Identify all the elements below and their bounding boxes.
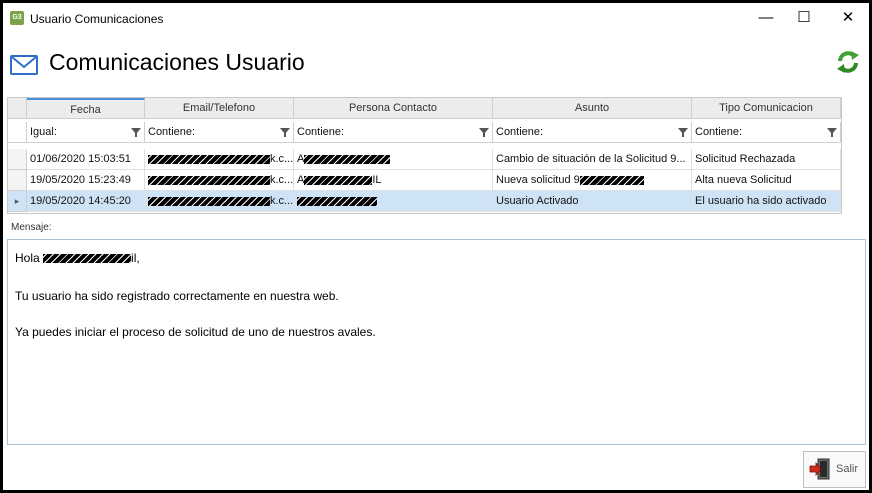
column-header-fecha[interactable]: Fecha <box>27 98 145 119</box>
cell-email-suffix: k.c... <box>270 195 294 207</box>
column-header-asunto[interactable]: Asunto <box>493 98 692 119</box>
cell-persona: A <box>294 149 493 170</box>
cell-email: k.c... <box>145 149 294 170</box>
filter-label: Contiene: <box>695 126 743 138</box>
filter-asunto[interactable]: Contiene: <box>493 122 692 143</box>
cell-fecha: 19/05/2020 14:45:20 <box>27 191 145 212</box>
app-logo-icon: G3 <box>10 11 24 25</box>
filter-icon[interactable] <box>678 128 688 137</box>
filter-tipo[interactable]: Contiene: <box>692 122 841 143</box>
filter-label: Contiene: <box>496 126 544 138</box>
redacted-text <box>297 196 377 206</box>
cell-email: k.c... <box>145 191 294 212</box>
cell-email-suffix: k.c... <box>270 174 294 186</box>
cell-persona-suffix: IL <box>372 174 382 186</box>
cell-email-suffix: k.c... <box>270 153 294 165</box>
cell-tipo: Solicitud Rechazada <box>692 149 841 170</box>
message-line: Tu usuario ha sido registrado correctame… <box>15 289 339 303</box>
cell-persona: A IL <box>294 170 493 191</box>
cell-persona-prefix: A <box>297 174 305 186</box>
cell-tipo: Alta nueva Solicitud <box>692 170 841 191</box>
row-indicator[interactable] <box>8 170 27 191</box>
minimize-button[interactable]: — <box>747 3 785 34</box>
greeting-prefix: Hola <box>15 251 40 265</box>
column-header-email[interactable]: Email/Telefono <box>145 98 294 119</box>
column-header-persona[interactable]: Persona Contacto <box>294 98 493 119</box>
row-indicator[interactable] <box>8 149 27 170</box>
filter-icon[interactable] <box>131 128 141 137</box>
redacted-text <box>43 254 132 264</box>
cell-asunto-prefix: Nueva solicitud 9 <box>496 174 580 186</box>
message-body[interactable]: Hola il, Tu usuario ha sido registrado c… <box>7 239 866 445</box>
page-header: Comunicaciones Usuario <box>3 43 869 87</box>
filter-label: Igual: <box>30 126 57 138</box>
redacted-text <box>148 154 270 164</box>
redacted-text <box>148 175 270 185</box>
filter-label: Contiene: <box>148 126 196 138</box>
redacted-text <box>304 154 391 164</box>
cell-asunto: Usuario Activado <box>493 191 692 212</box>
filter-fecha[interactable]: Igual: <box>27 122 145 143</box>
row-indicator-current[interactable]: ▸ <box>8 191 27 212</box>
grid-header-row: Fecha Email/Telefono Persona Contacto As… <box>8 98 841 119</box>
cell-tipo: El usuario ha sido activado <box>692 191 841 212</box>
cell-persona-prefix: A <box>297 153 305 165</box>
table-row[interactable]: 01/06/2020 15:03:51 k.c... A Cambio de s… <box>8 149 841 170</box>
redacted-text <box>579 175 644 185</box>
redacted-text <box>148 196 270 206</box>
filter-icon[interactable] <box>827 128 837 137</box>
close-button[interactable]: ✕ <box>829 3 867 34</box>
cell-asunto: Nueva solicitud 9 <box>493 170 692 191</box>
refresh-icon[interactable] <box>835 49 861 75</box>
cell-email: k.c... <box>145 170 294 191</box>
message-greeting: Hola il, <box>15 251 140 265</box>
filter-label: Contiene: <box>297 126 345 138</box>
mail-icon <box>10 55 38 75</box>
greeting-suffix: il, <box>131 251 140 265</box>
column-header-tipo[interactable]: Tipo Comunicacion <box>692 98 841 119</box>
filter-icon[interactable] <box>479 128 489 137</box>
message-line: Ya puedes iniciar el proceso de solicitu… <box>15 325 376 339</box>
grid-filter-row: Igual: Contiene: Contiene: Contiene: Con… <box>8 122 841 143</box>
communications-grid: Fecha Email/Telefono Persona Contacto As… <box>7 97 842 214</box>
row-indicator-filter <box>8 122 27 143</box>
filter-email[interactable]: Contiene: <box>145 122 294 143</box>
cell-fecha: 01/06/2020 15:03:51 <box>27 149 145 170</box>
window: G3 Usuario Comunicaciones — ☐ ✕ Comunica… <box>2 2 870 491</box>
cell-fecha: 19/05/2020 15:23:49 <box>27 170 145 191</box>
page-title: Comunicaciones Usuario <box>49 49 305 75</box>
title-bar: G3 Usuario Comunicaciones — ☐ ✕ <box>3 3 869 34</box>
filter-persona[interactable]: Contiene: <box>294 122 493 143</box>
redacted-text <box>304 175 373 185</box>
exit-door-icon <box>809 458 830 480</box>
cell-persona <box>294 191 493 212</box>
exit-button[interactable]: Salir <box>803 451 866 488</box>
message-label: Mensaje: <box>11 222 52 233</box>
table-row[interactable]: 19/05/2020 15:23:49 k.c... A IL Nueva sol… <box>8 170 841 191</box>
exit-button-label: Salir <box>836 463 859 475</box>
window-title: Usuario Comunicaciones <box>30 12 164 26</box>
filter-icon[interactable] <box>280 128 290 137</box>
row-indicator-header <box>8 98 27 119</box>
maximize-button[interactable]: ☐ <box>785 3 823 34</box>
table-row-selected[interactable]: ▸ 19/05/2020 14:45:20 k.c... Usuario Act… <box>8 191 841 212</box>
cell-asunto: Cambio de situación de la Solicitud 9... <box>493 149 692 170</box>
